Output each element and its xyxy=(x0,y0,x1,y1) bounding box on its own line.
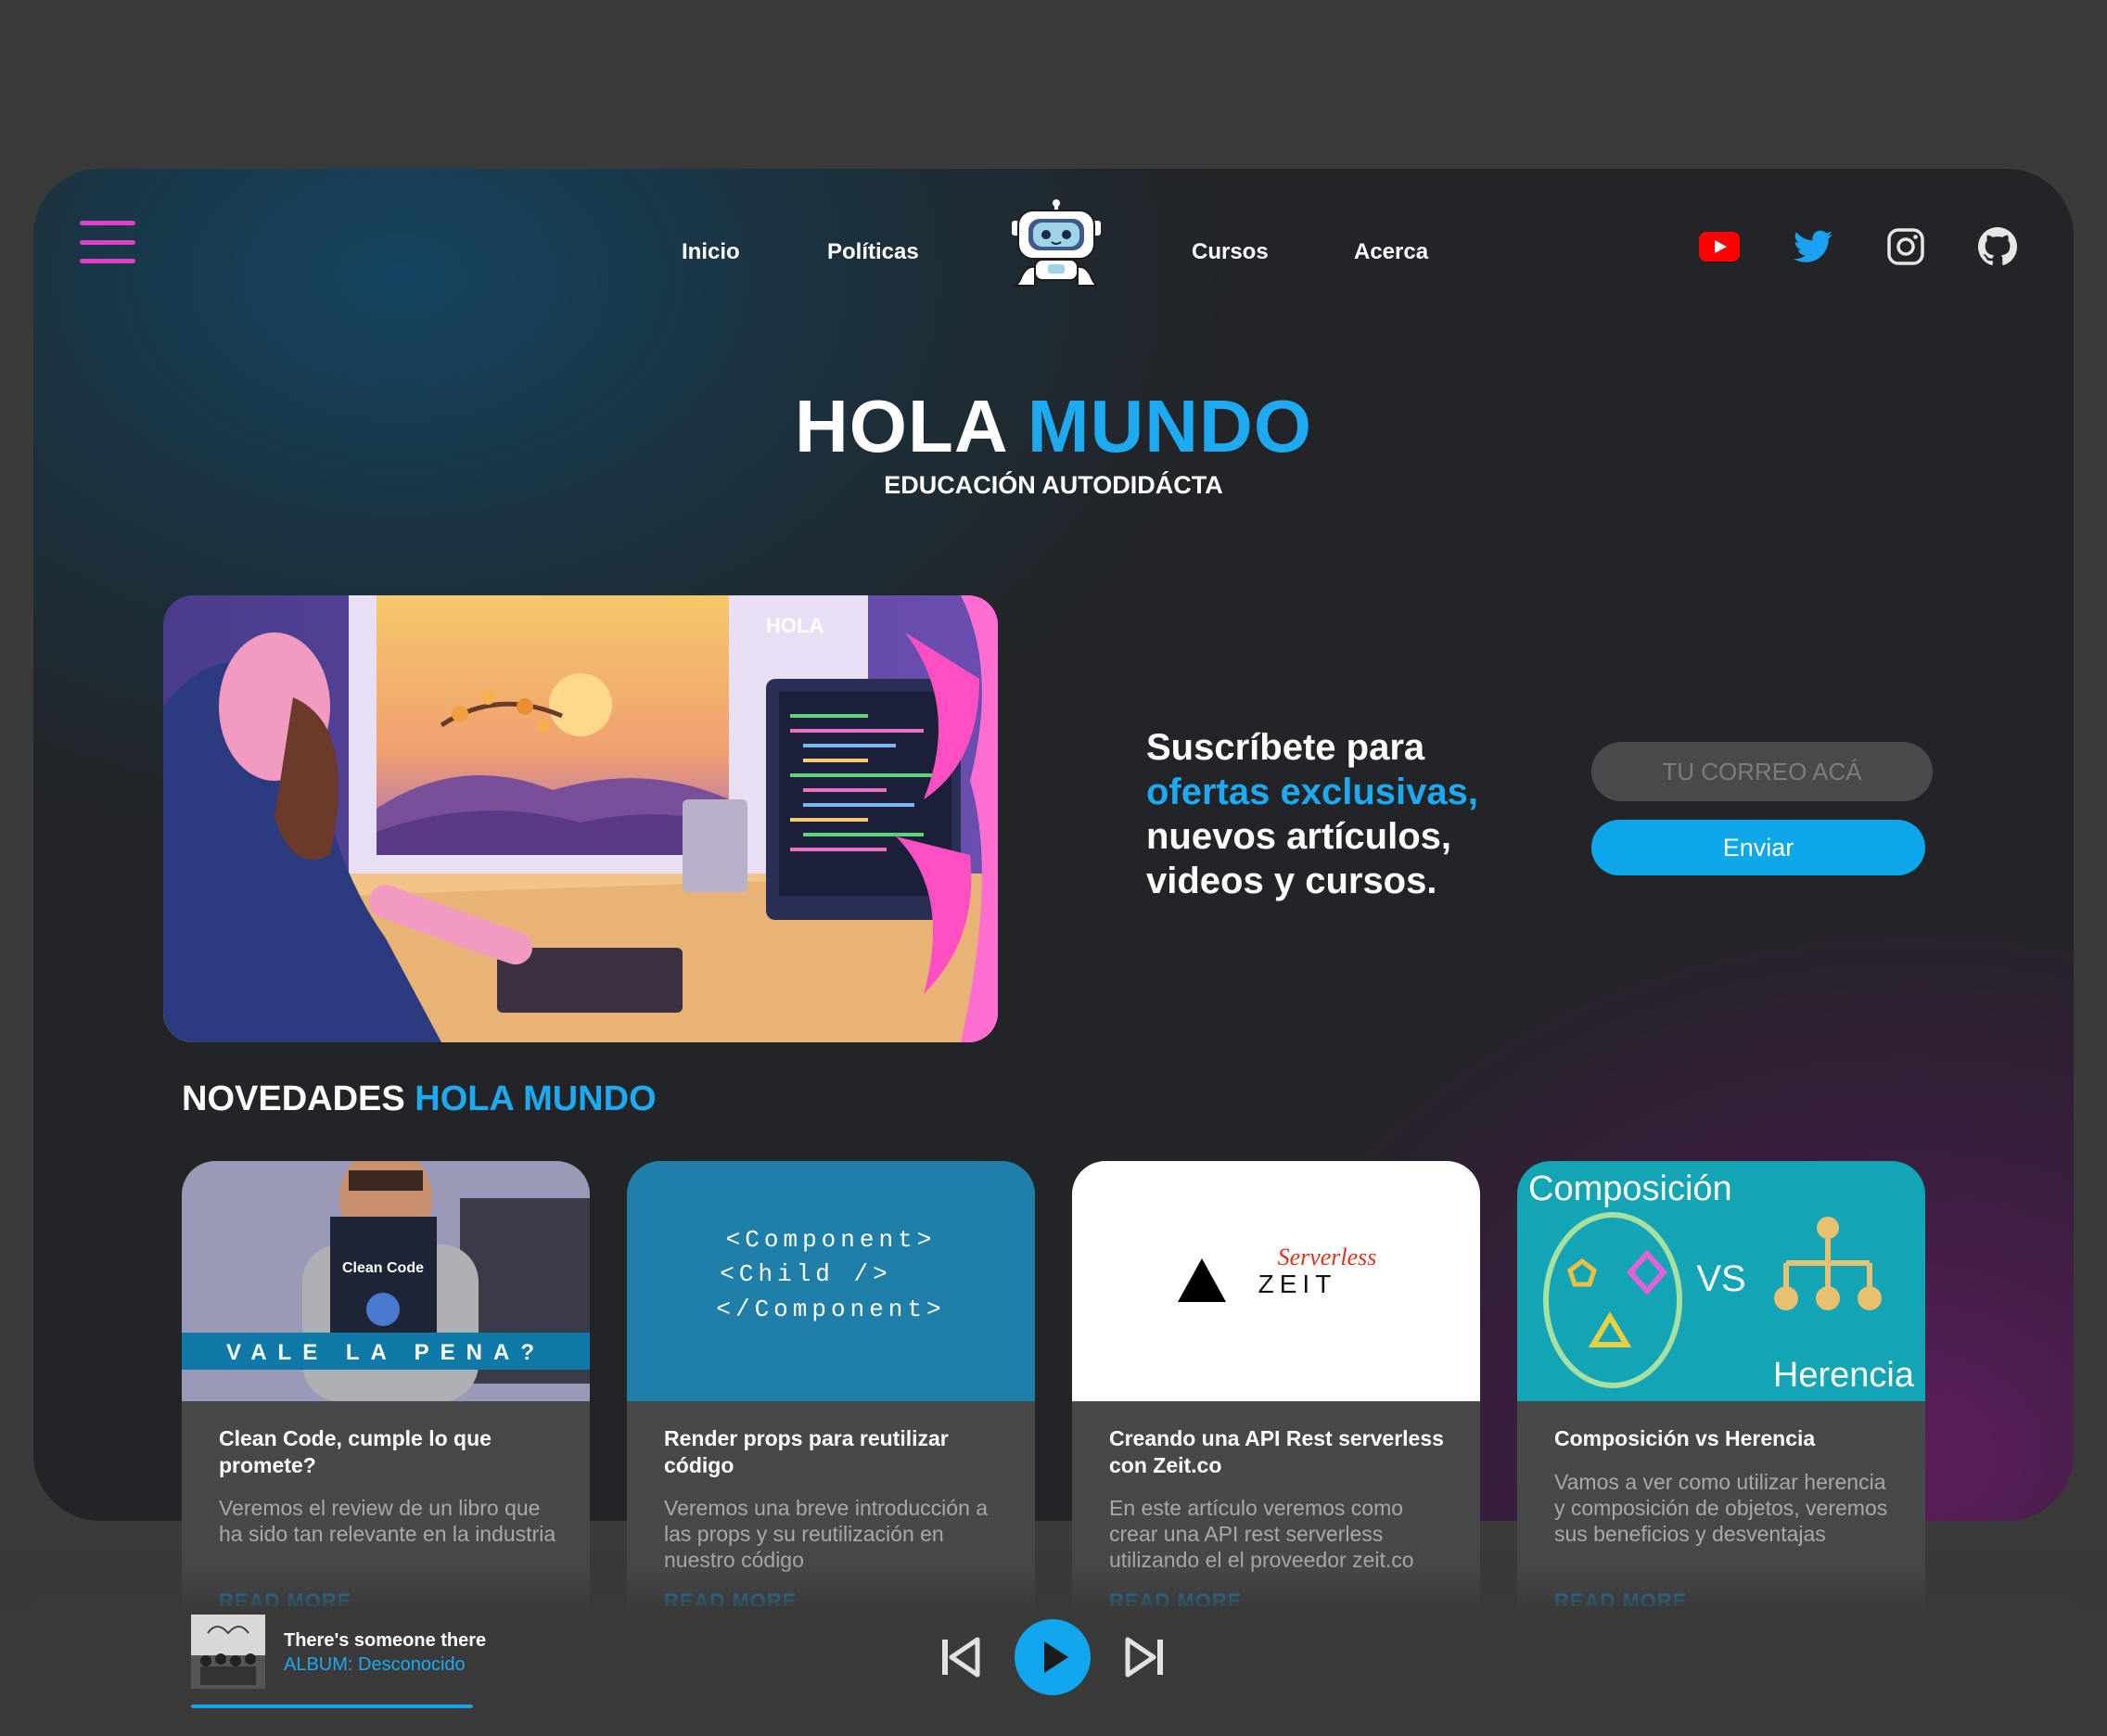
card-image-line-3: </Component> xyxy=(716,1296,945,1323)
read-more-link[interactable]: READ MORE xyxy=(1554,1589,1687,1606)
playback-progress-bar[interactable] xyxy=(191,1704,473,1708)
hero-subtitle: EDUCACIÓN AUTODIDÁCTA xyxy=(884,471,1223,499)
card-image-zeit-text: ZEIT xyxy=(1258,1270,1337,1298)
hamburger-menu-icon[interactable] xyxy=(80,221,135,263)
article-card[interactable]: <Component> <Child /> </Component> Rende… xyxy=(627,1161,1035,1606)
previous-track-button[interactable] xyxy=(937,1634,983,1680)
card-title[interactable]: Composición vs Herencia xyxy=(1554,1425,1897,1452)
twitter-icon[interactable] xyxy=(1793,226,1833,267)
next-track-button[interactable] xyxy=(1122,1634,1168,1680)
card-image-banner: VALE LA PENA? xyxy=(226,1340,545,1365)
card-image-zeit: Serverless ZEIT xyxy=(1072,1161,1480,1401)
article-card[interactable]: Serverless ZEIT Creando una API Rest ser… xyxy=(1072,1161,1480,1606)
read-more-link[interactable]: READ MORE xyxy=(664,1589,797,1606)
card-image-line-1: <Component> xyxy=(726,1226,937,1254)
subscribe-line-3: nuevos artículos, xyxy=(1146,816,1451,857)
card-image-serverless-text: Serverless xyxy=(1278,1244,1377,1270)
play-icon xyxy=(1044,1641,1068,1673)
subscribe-line-4: videos y cursos. xyxy=(1146,861,1437,901)
nav-item-politicas[interactable]: Políticas xyxy=(827,239,919,265)
news-section-title: NOVEDADES HOLA MUNDO xyxy=(182,1079,657,1119)
hero-title: HOLA MUNDO xyxy=(33,384,2074,469)
skip-next-icon xyxy=(1125,1637,1163,1678)
card-title[interactable]: Clean Code, cumple lo que promete? xyxy=(219,1425,562,1479)
hero-title-word-2: MUNDO xyxy=(1027,385,1313,467)
card-image-book-title: Clean Code xyxy=(342,1260,424,1276)
card-image-line-2: <Child /> xyxy=(720,1260,891,1288)
card-image-render-props: <Component> <Child /> </Component> xyxy=(627,1161,1035,1401)
play-button[interactable] xyxy=(1015,1619,1091,1695)
card-image-vs-text: VS xyxy=(1696,1258,1745,1299)
card-description: Veremos el review de un libro que ha sid… xyxy=(219,1496,556,1546)
read-more-link[interactable]: READ MORE xyxy=(1109,1589,1242,1606)
card-description: Veremos una breve introducción a las pro… xyxy=(664,1496,989,1572)
hero-illustration: HOLA xyxy=(163,595,998,1042)
nav-item-inicio[interactable]: Inicio xyxy=(682,239,740,265)
album-art xyxy=(191,1615,265,1689)
github-icon[interactable] xyxy=(1977,226,2018,267)
news-title-word-2: HOLA MUNDO xyxy=(415,1079,657,1118)
email-field[interactable] xyxy=(1591,742,1933,801)
music-player: There's someone there ALBUM: Desconocido xyxy=(0,1606,2107,1736)
subscribe-message: Suscríbete para ofertas exclusivas, nuev… xyxy=(1146,725,1478,903)
robot-logo-icon[interactable] xyxy=(1007,197,1105,291)
card-image-right-text: Herencia xyxy=(1773,1356,1915,1395)
card-description: Vamos a ver como utilizar herencia y com… xyxy=(1554,1470,1888,1546)
card-description: En este artículo veremos como crear una … xyxy=(1109,1496,1414,1572)
hero-title-word-1: HOLA xyxy=(794,385,1006,467)
article-card[interactable]: Clean Code VALE LA PENA? Clean Code, cum… xyxy=(182,1161,590,1606)
card-image-left-text: Composición xyxy=(1528,1169,1732,1208)
read-more-link[interactable]: READ MORE xyxy=(219,1589,351,1606)
illustration-brand-text: HOLA xyxy=(766,614,824,637)
card-title[interactable]: Render props para reutilizar código xyxy=(664,1425,1007,1479)
article-card[interactable]: Composición VS Herencia Composición vs H… xyxy=(1517,1161,1925,1606)
youtube-icon[interactable] xyxy=(1699,226,1740,267)
song-title: There's someone there xyxy=(284,1630,487,1651)
nav-item-cursos[interactable]: Cursos xyxy=(1192,239,1269,265)
card-title[interactable]: Creando una API Rest serverless con Zeit… xyxy=(1109,1425,1452,1479)
card-image-composition: Composición VS Herencia xyxy=(1517,1161,1925,1401)
song-album: ALBUM: Desconocido xyxy=(284,1654,466,1675)
instagram-icon[interactable] xyxy=(1885,226,1926,267)
skip-previous-icon xyxy=(942,1637,980,1678)
card-image-clean-code: Clean Code VALE LA PENA? xyxy=(182,1161,590,1401)
news-title-word-1: NOVEDADES xyxy=(182,1079,405,1118)
nav-item-acerca[interactable]: Acerca xyxy=(1354,239,1428,265)
send-button[interactable]: Enviar xyxy=(1591,820,1925,875)
subscribe-line-1: Suscríbete para xyxy=(1146,727,1425,768)
subscribe-line-2: ofertas exclusivas, xyxy=(1146,772,1478,812)
